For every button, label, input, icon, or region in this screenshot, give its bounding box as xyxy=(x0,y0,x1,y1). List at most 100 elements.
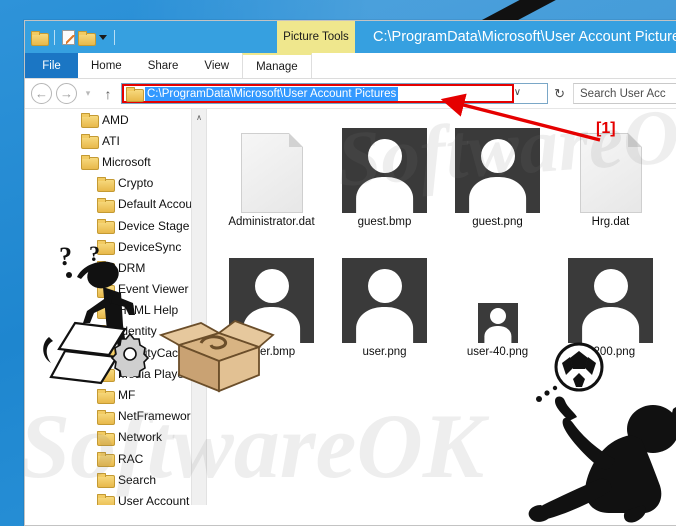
folder-icon xyxy=(81,113,99,129)
file-icon-avatar xyxy=(554,247,667,343)
back-button[interactable]: ← xyxy=(31,83,52,104)
tree-item-label: RAC xyxy=(118,451,144,466)
tree-item-ati[interactable]: ATI xyxy=(25,130,206,151)
file-item[interactable]: Administrator.dat xyxy=(215,117,328,228)
file-item[interactable]: r-200.png xyxy=(554,247,667,358)
tree-item-devicesync[interactable]: DeviceSync xyxy=(25,236,206,257)
search-input[interactable]: Search User Acc xyxy=(573,83,676,104)
folder-icon xyxy=(97,452,115,468)
tree-item-label: Event Viewer xyxy=(118,282,189,297)
tree-item-label: Media Player xyxy=(118,366,189,381)
document-icon xyxy=(579,133,642,213)
folder-icon xyxy=(97,219,115,235)
window-title: C:\ProgramData\Microsoft\User Account Pi… xyxy=(373,29,676,45)
file-icon-avatar xyxy=(215,247,328,343)
tree-item-identity[interactable]: Identity xyxy=(25,321,206,342)
file-item[interactable]: user.bmp xyxy=(215,247,328,358)
tree-item-default-accou[interactable]: Default Accou xyxy=(25,194,206,215)
tab-file-label: File xyxy=(42,59,61,72)
tree-item-identitycache[interactable]: IdentityCache xyxy=(25,342,206,363)
file-name-label: user.bmp xyxy=(247,346,296,358)
user-avatar-icon xyxy=(455,128,540,213)
tab-view-label: View xyxy=(204,59,230,72)
search-input-text: Search User Acc xyxy=(580,87,666,100)
folder-icon xyxy=(97,494,115,505)
picture-tools-contextual-tab[interactable]: Picture Tools xyxy=(277,21,355,53)
tree-item-mf[interactable]: MF xyxy=(25,384,206,405)
folder-icon xyxy=(97,324,115,340)
tree-item-user-account[interactable]: User Account xyxy=(25,490,206,505)
tree-item-amd[interactable]: AMD xyxy=(25,109,206,130)
tab-share[interactable]: Share xyxy=(135,53,192,78)
ribbon-empty-area xyxy=(312,53,676,78)
nav-pane-scrollbar[interactable]: ∧ xyxy=(191,109,206,505)
address-input[interactable]: C:\ProgramData\Microsoft\User Account Pi… xyxy=(121,83,549,104)
tree-item-html-help[interactable]: HTML Help xyxy=(25,300,206,321)
scroll-up-icon[interactable]: ∧ xyxy=(192,109,206,125)
tree-item-drm[interactable]: DRM xyxy=(25,257,206,278)
tree-item-label: Default Accou xyxy=(118,197,193,212)
properties-icon[interactable] xyxy=(62,29,75,45)
file-item[interactable]: guest.png xyxy=(441,117,554,228)
file-name-label: guest.png xyxy=(472,216,523,228)
folder-icon[interactable] xyxy=(31,30,49,46)
folder-icon xyxy=(97,367,115,383)
tree-item-label: Device Stage xyxy=(118,218,190,233)
tree-item-label: Search xyxy=(118,472,157,487)
tree-item-media-player[interactable]: Media Player xyxy=(25,363,206,384)
file-name-label: user.png xyxy=(362,346,407,358)
tree-item-device-stage[interactable]: Device Stage xyxy=(25,215,206,236)
tree-item-label: NetFramework xyxy=(118,409,197,424)
folder-icon xyxy=(97,240,115,256)
tab-manage-label: Manage xyxy=(256,60,298,73)
file-name-label: user-40.png xyxy=(466,346,529,358)
file-item[interactable]: user.png xyxy=(328,247,441,358)
user-avatar-icon xyxy=(568,258,653,343)
user-avatar-icon xyxy=(477,303,518,343)
tab-home[interactable]: Home xyxy=(78,53,135,78)
tab-home-label: Home xyxy=(91,59,122,72)
folder-icon xyxy=(97,282,115,298)
tree-item-network[interactable]: Network xyxy=(25,427,206,448)
folder-icon xyxy=(81,134,99,150)
file-item[interactable]: guest.bmp xyxy=(328,117,441,228)
tree-item-rac[interactable]: RAC xyxy=(25,448,206,469)
tab-view[interactable]: View xyxy=(191,53,242,78)
picture-tools-label: Picture Tools xyxy=(283,31,349,43)
file-list-pane[interactable]: Administrator.dat guest.bmp guest.png Hrg.d… xyxy=(207,109,676,505)
address-bar-row: ← → ▾ ↑ C:\ProgramData\Microsoft\User Ac… xyxy=(25,79,676,109)
toolbar-separator-2 xyxy=(114,29,115,45)
forward-button[interactable]: → xyxy=(56,83,77,104)
file-icon-avatar xyxy=(328,117,441,213)
tree-item-event-viewer[interactable]: Event Viewer xyxy=(25,279,206,300)
address-folder-icon xyxy=(126,87,144,102)
recent-locations-icon[interactable]: ▾ xyxy=(81,88,95,99)
tree-item-label: Network xyxy=(118,430,163,445)
tree-item-search[interactable]: Search xyxy=(25,469,206,490)
title-bar: Picture Tools C:\ProgramData\Microsoft\U… xyxy=(25,21,676,53)
file-name-label: Hrg.dat xyxy=(591,216,630,228)
file-item[interactable]: user-40.png xyxy=(441,247,554,358)
tab-file[interactable]: File xyxy=(25,53,78,78)
folder-icon xyxy=(97,430,115,446)
file-explorer-window: Picture Tools C:\ProgramData\Microsoft\U… xyxy=(24,20,676,526)
user-avatar-icon xyxy=(342,258,427,343)
tree-item-crypto[interactable]: Crypto xyxy=(25,173,206,194)
folder-icon xyxy=(97,409,115,425)
navigation-pane: AMD ATI Microsoft Crypto Default Accou Device… xyxy=(25,109,207,505)
file-item[interactable]: Hrg.dat xyxy=(554,117,667,228)
new-folder-icon[interactable] xyxy=(78,30,96,46)
tree-item-label: Crypto xyxy=(118,176,154,191)
up-button[interactable]: ↑ xyxy=(99,86,117,102)
file-icon-avatar xyxy=(441,247,554,343)
tree-item-netframework[interactable]: NetFramework xyxy=(25,406,206,427)
address-path-text: C:\ProgramData\Microsoft\User Account Pi… xyxy=(145,86,399,101)
tree-item-microsoft[interactable]: Microsoft xyxy=(25,151,206,172)
tab-manage[interactable]: Manage xyxy=(242,53,312,78)
customize-caret-icon[interactable] xyxy=(99,34,107,40)
tree-item-label: IdentityCache xyxy=(118,345,192,360)
refresh-icon[interactable]: ↻ xyxy=(554,86,565,102)
explorer-body: AMD ATI Microsoft Crypto Default Accou Device… xyxy=(25,109,676,505)
folder-icon xyxy=(97,473,115,489)
chevron-down-icon[interactable]: ∨ xyxy=(514,87,521,98)
